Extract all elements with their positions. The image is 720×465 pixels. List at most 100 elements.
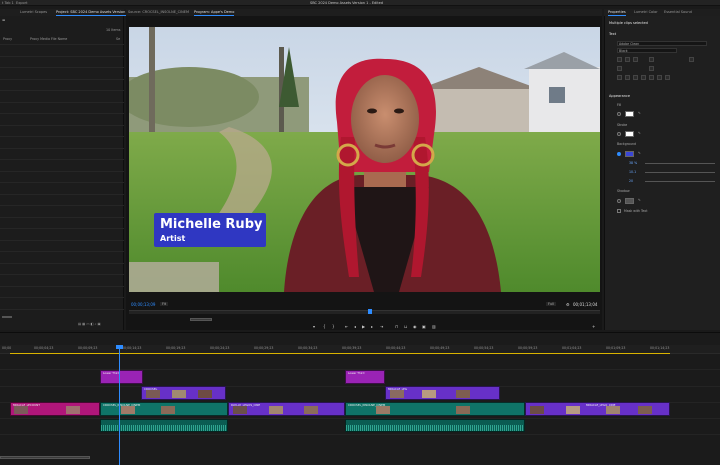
project-list-row[interactable] <box>0 285 124 287</box>
zoom-slider[interactable] <box>2 316 12 318</box>
tab-source[interactable]: Source: CROCSEL_INSOLNE_CINEM <box>128 10 189 14</box>
col-proxy[interactable]: Proxy <box>3 37 12 41</box>
background-swatch[interactable] <box>625 151 634 157</box>
bold-icon[interactable] <box>617 75 622 80</box>
project-list-row[interactable] <box>0 297 124 298</box>
program-playhead[interactable] <box>368 309 372 314</box>
program-timecode[interactable]: 00;00;13;09 <box>131 302 155 307</box>
project-list-row[interactable] <box>0 55 124 57</box>
subscript-icon[interactable] <box>657 75 662 80</box>
wrench-icon[interactable]: ⚙ <box>566 302 570 307</box>
background-eyedropper-icon[interactable]: ✎ <box>638 151 641 155</box>
program-scrub-bar[interactable] <box>129 310 600 314</box>
shadow-eyedropper-icon[interactable]: ✎ <box>638 198 641 202</box>
out-point-icon[interactable]: } <box>332 324 335 329</box>
program-video-frame[interactable] <box>129 27 600 292</box>
background-corner[interactable]: 20 <box>629 179 633 183</box>
text-section-title[interactable]: Text <box>609 32 616 36</box>
tab-program[interactable]: Program: Appe's Demo <box>194 10 235 16</box>
step-forward-icon[interactable]: ▸ <box>371 324 373 329</box>
fill-eyedropper-icon[interactable]: ✎ <box>638 111 641 115</box>
timeline-clip[interactable]: CROCSEL <box>141 386 226 400</box>
in-point-icon[interactable]: { <box>323 324 326 329</box>
background-opacity[interactable]: 38 % <box>629 161 637 165</box>
fill-checkbox[interactable] <box>617 112 621 116</box>
project-list-row[interactable] <box>0 251 124 252</box>
mask-checkbox[interactable] <box>617 209 621 213</box>
project-list-row[interactable] <box>0 239 124 241</box>
project-list-row[interactable] <box>0 124 124 126</box>
corner-slider[interactable] <box>645 181 715 182</box>
project-list-row[interactable] <box>0 44 124 45</box>
project-list-row[interactable] <box>0 228 124 229</box>
kerning-icon[interactable] <box>649 66 654 71</box>
col-fps[interactable]: Se <box>116 37 120 41</box>
program-zoom-scroll[interactable] <box>190 318 212 321</box>
multicam-icon[interactable]: ▥ <box>432 324 436 329</box>
timeline-clip-lower-third[interactable]: Lower Third <box>345 370 385 384</box>
timeline-clip[interactable]: MIRACLE_LEGO_CINE <box>525 402 670 416</box>
lift-icon[interactable]: ⊓ <box>395 324 398 329</box>
project-list-row[interactable] <box>0 170 124 172</box>
align-right-icon[interactable] <box>633 57 638 62</box>
timeline-clip[interactable]: MIRACLE_LEG <box>385 386 500 400</box>
project-list-row[interactable] <box>0 262 124 264</box>
marker-icon[interactable]: ▾ <box>313 324 315 329</box>
project-list-row[interactable] <box>0 205 124 206</box>
tab-lumetri-scopes[interactable]: Lumetri Scopes <box>20 10 47 14</box>
project-list-row[interactable] <box>0 193 124 195</box>
add-button-icon[interactable]: + <box>592 324 595 329</box>
timeline-clip[interactable]: MIRACLE_LECOUNT <box>10 402 100 416</box>
project-list-row[interactable] <box>0 67 124 68</box>
superscript-icon[interactable] <box>649 75 654 80</box>
goto-out-icon[interactable]: ⇥ <box>380 324 383 329</box>
step-back-icon[interactable]: ◂ <box>354 324 356 329</box>
project-list-row[interactable] <box>0 101 124 103</box>
folder-icon[interactable]: ▬ <box>2 18 5 22</box>
background-size[interactable]: 10.1 <box>629 170 636 174</box>
export-frame-icon[interactable]: ◉ <box>413 324 417 329</box>
align-left-icon[interactable] <box>617 57 622 62</box>
timeline-playhead[interactable] <box>119 345 120 465</box>
project-list-row[interactable] <box>0 182 124 183</box>
fill-swatch[interactable] <box>625 111 634 117</box>
tab-lumetri-color[interactable]: Lumetri Color <box>634 10 658 14</box>
project-list-row[interactable] <box>0 78 124 80</box>
work-area-bar[interactable] <box>10 353 670 354</box>
list-view-icon[interactable]: ▤ ▦ ▭ ◧ ⌕ ▣ <box>78 322 101 326</box>
comparison-icon[interactable]: ▣ <box>422 324 426 329</box>
align-center-icon[interactable] <box>625 57 630 62</box>
menu-export[interactable]: Export <box>16 1 27 5</box>
tab-project[interactable]: Project: SBC 2024 Demo Assets Version 1 <box>56 10 129 16</box>
menu-tab[interactable]: t Tab 1 <box>2 1 14 5</box>
project-list-row[interactable] <box>0 216 124 218</box>
tracking-icon[interactable] <box>617 66 622 71</box>
project-list-row[interactable] <box>0 136 124 137</box>
col-proxy-name[interactable]: Proxy Media File Name <box>30 37 67 41</box>
tab-essential-sound[interactable]: Essential Sound <box>664 10 692 14</box>
opacity-slider[interactable] <box>645 163 715 164</box>
background-checkbox[interactable] <box>617 152 621 156</box>
project-list-row[interactable] <box>0 274 124 275</box>
extract-icon[interactable]: ⊔ <box>404 324 407 329</box>
stroke-swatch[interactable] <box>625 131 634 137</box>
allcaps-icon[interactable] <box>633 75 638 80</box>
stroke-eyedropper-icon[interactable]: ✎ <box>638 131 641 135</box>
shadow-checkbox[interactable] <box>617 199 621 203</box>
italic-icon[interactable] <box>625 75 630 80</box>
lower-third-graphic[interactable]: Michelle Ruby Artist <box>154 213 266 247</box>
project-list-row[interactable] <box>0 147 124 149</box>
timeline-audio-clip[interactable] <box>345 419 525 432</box>
text-top-icon[interactable] <box>689 57 694 62</box>
tab-properties[interactable]: Properties <box>608 10 626 16</box>
justify-icon[interactable] <box>649 57 654 62</box>
smallcaps-icon[interactable] <box>641 75 646 80</box>
timeline-playhead-handle[interactable] <box>116 345 123 349</box>
shadow-swatch[interactable] <box>625 198 634 204</box>
playback-quality-dropdown[interactable]: Full <box>546 302 556 306</box>
stroke-checkbox[interactable] <box>617 132 621 136</box>
timeline-scrollbar[interactable] <box>0 456 90 459</box>
zoom-fit-dropdown[interactable]: Fit <box>160 302 169 306</box>
project-list-row[interactable] <box>0 90 124 91</box>
goto-in-icon[interactable]: ⇤ <box>345 324 348 329</box>
